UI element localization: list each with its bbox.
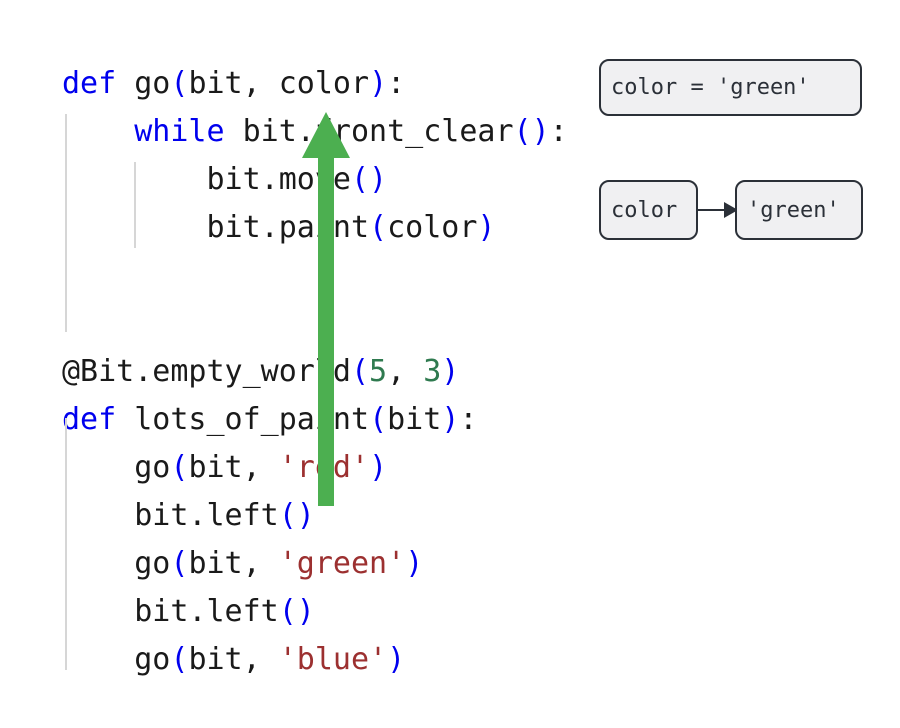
code-line: bit.left()	[62, 492, 562, 540]
code-token: 'green'	[278, 546, 406, 581]
code-token: go	[134, 66, 171, 101]
code-editor-area: def go(bit, color): while bit.front_clea…	[62, 60, 568, 700]
indent-guide-level1-lots-of-paint	[65, 418, 67, 670]
code-token: (	[369, 402, 388, 437]
code-token: (	[170, 66, 189, 101]
code-token: )	[441, 402, 460, 437]
code-token: (	[369, 210, 388, 245]
code-token: def	[62, 402, 117, 437]
code-line: bit.move()	[62, 156, 562, 204]
code-token: ()	[350, 162, 388, 197]
code-token: :	[459, 402, 478, 437]
reference-arrow-icon	[698, 202, 738, 218]
code-token: (	[170, 546, 189, 581]
code-token: bit.left	[62, 594, 279, 629]
code-token: bit.paint	[62, 210, 370, 245]
code-token: 'blue'	[278, 642, 388, 677]
code-token: (	[350, 354, 370, 389]
code-token: ,	[387, 354, 424, 389]
code-token: )	[441, 354, 460, 389]
code-token: )	[477, 210, 496, 245]
code-token: :	[549, 114, 568, 149]
code-line: while bit.front_clear():	[62, 108, 567, 156]
code-token: (	[170, 450, 189, 485]
code-line: bit.paint(color)	[62, 204, 562, 252]
code-token: :	[387, 66, 406, 101]
code-token: 3	[423, 354, 442, 389]
code-token: def	[62, 66, 117, 101]
code-token: go	[62, 642, 171, 677]
code-token: ()	[278, 498, 315, 533]
assignment-statement-box: color = 'green'	[599, 59, 862, 116]
code-token: bit.front_clear	[224, 114, 514, 149]
code-token: bit,	[188, 642, 279, 677]
variable-value-box: 'green'	[735, 180, 863, 240]
code-token: )	[369, 66, 388, 101]
code-token: bit, color	[188, 66, 370, 101]
code-token: color	[387, 210, 478, 245]
code-line: go(bit, 'blue')	[62, 636, 562, 684]
code-token: lots_of_paint	[116, 402, 370, 437]
code-token: bit.move	[62, 162, 351, 197]
code-token: bit,	[188, 450, 279, 485]
indent-guide-level2-while	[134, 162, 136, 248]
code-line: def go(bit, color):	[62, 60, 562, 108]
variable-name-box: color	[599, 180, 698, 240]
indent-guide-level1-go	[65, 114, 67, 332]
code-line: go(bit, 'green')	[62, 540, 562, 588]
code-token: ()	[513, 114, 550, 149]
code-token: bit	[387, 402, 442, 437]
code-token: go	[62, 546, 171, 581]
code-token: @Bit.empty_world	[62, 354, 351, 389]
code-token: bit.left	[62, 498, 279, 533]
code-token: bit,	[188, 546, 279, 581]
code-token: ()	[278, 594, 315, 629]
code-token: (	[170, 642, 189, 677]
code-token: while	[134, 114, 225, 149]
code-line: go(bit, 'red')	[62, 444, 562, 492]
code-token: )	[387, 642, 406, 677]
code-token: 5	[369, 354, 388, 389]
code-token: )	[369, 450, 388, 485]
code-token: )	[405, 546, 424, 581]
code-token: go	[62, 450, 171, 485]
code-line: def lots_of_paint(bit):	[62, 396, 562, 444]
code-line: @Bit.empty_world(5, 3)	[62, 348, 562, 396]
code-token: 'red'	[278, 450, 370, 485]
code-line: bit.left()	[62, 588, 562, 636]
